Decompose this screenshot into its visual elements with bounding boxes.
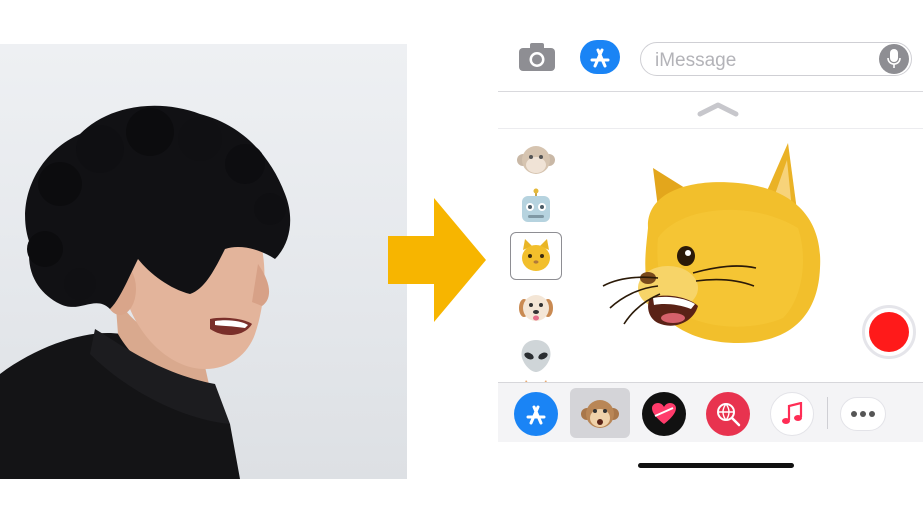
- more-icon: [851, 411, 875, 417]
- record-icon: [869, 312, 909, 352]
- animoji-dog[interactable]: [510, 284, 562, 332]
- animoji-cat[interactable]: [510, 232, 562, 280]
- dictation-button[interactable]: [879, 44, 909, 74]
- message-input-placeholder: iMessage: [655, 50, 737, 71]
- home-indicator[interactable]: [638, 463, 794, 468]
- divider: [498, 128, 923, 129]
- animoji-alien[interactable]: [510, 332, 562, 380]
- heart-icon: [652, 403, 676, 424]
- microphone-icon: [887, 49, 901, 68]
- person-photo: [0, 44, 407, 479]
- tray-app-store[interactable]: [514, 392, 558, 436]
- imessage-panel: iMessage: [498, 0, 923, 519]
- tray-animoji[interactable]: [578, 392, 622, 436]
- record-button[interactable]: [862, 305, 916, 359]
- music-note-icon: [782, 402, 803, 424]
- divider: [498, 91, 923, 92]
- alien-icon: [521, 340, 551, 372]
- message-input[interactable]: iMessage: [640, 42, 912, 76]
- monkey-icon: [517, 146, 555, 174]
- app-drawer: [498, 382, 923, 442]
- tray-image-search[interactable]: [706, 392, 750, 436]
- animoji-monkey[interactable]: [510, 136, 562, 184]
- person-illustration: [0, 105, 291, 479]
- tray-more-button[interactable]: [840, 397, 886, 431]
- robot-icon: [522, 188, 550, 222]
- tray-digital-touch[interactable]: [642, 392, 686, 436]
- app-store-button[interactable]: [580, 40, 620, 74]
- animoji-robot[interactable]: [510, 184, 562, 232]
- chevron-up-icon[interactable]: [696, 100, 740, 118]
- message-input-bar: iMessage: [498, 28, 923, 88]
- dog-icon: [519, 295, 553, 321]
- app-store-icon: [526, 405, 546, 425]
- cat-animoji-preview: [602, 143, 821, 343]
- app-store-icon: [590, 48, 610, 68]
- tray-music[interactable]: [770, 392, 814, 436]
- cat-icon: [522, 239, 550, 271]
- divider: [827, 397, 828, 429]
- right-arrow-icon: [388, 198, 486, 322]
- camera-icon[interactable]: [518, 42, 556, 72]
- animoji-picker: [506, 136, 570, 388]
- globe-search-icon: [717, 403, 741, 427]
- monkey-icon: [581, 400, 619, 428]
